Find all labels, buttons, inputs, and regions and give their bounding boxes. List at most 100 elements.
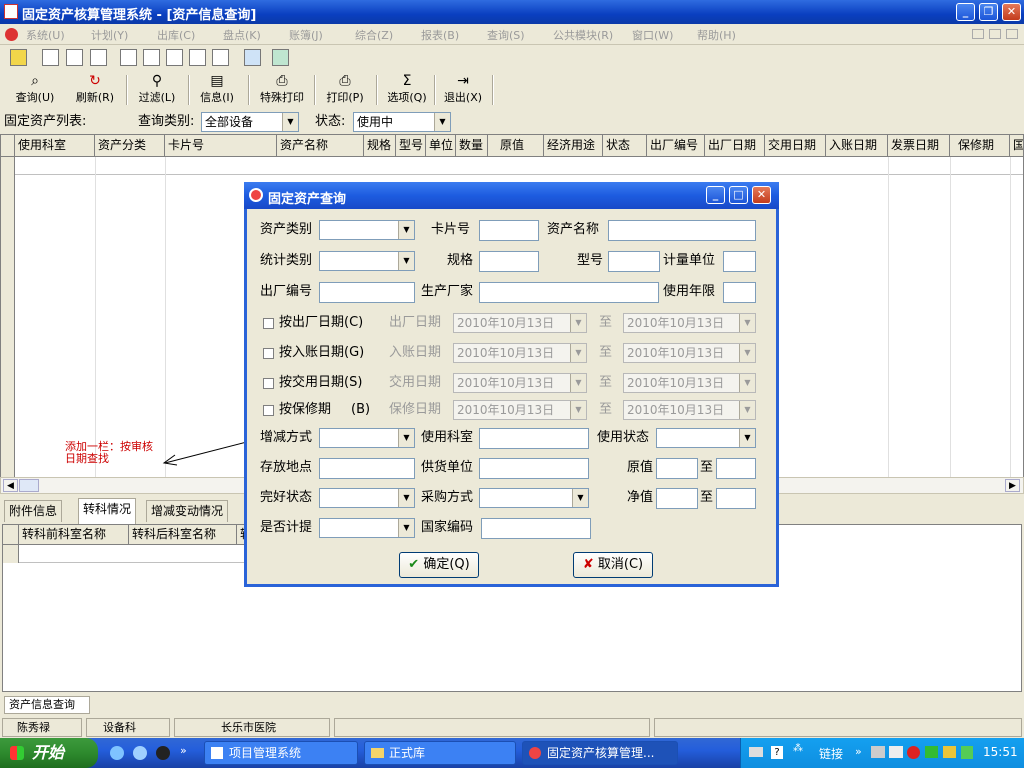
query-category-select[interactable]: 全部设备 ▼ (201, 112, 299, 132)
use-date-from-picker[interactable]: 2010年10月13日 ▼ (453, 373, 587, 393)
manufacturer-input[interactable] (479, 282, 659, 303)
warranty-date-to-picker[interactable]: 2010年10月13日 ▼ (623, 400, 756, 420)
help-icon[interactable]: ? (771, 746, 783, 759)
entry-date-checkbox[interactable] (263, 348, 274, 359)
status-tray-icon[interactable] (925, 746, 938, 758)
factory-date-checkbox[interactable] (263, 318, 274, 329)
menu-inventory[interactable]: 盘点(K) (223, 27, 261, 43)
use-status-select[interactable]: ▼ (656, 428, 756, 448)
excel-icon[interactable] (272, 49, 289, 66)
menu-window[interactable]: 窗口(W) (632, 27, 673, 43)
depreciation-select[interactable]: ▼ (319, 518, 415, 538)
dialog-maximize-button[interactable]: □ (729, 186, 748, 204)
ime-icon[interactable]: ⁂ (793, 743, 803, 754)
column-header[interactable]: 交用日期 (765, 135, 826, 157)
taskbar-item-project[interactable]: 项目管理系统 (204, 741, 358, 765)
tab-changes[interactable]: 增减变动情况 (146, 500, 229, 522)
column-header[interactable]: 出厂编号 (647, 135, 705, 157)
document-export-icon[interactable] (66, 49, 83, 66)
quicklaunch-qq-icon[interactable] (156, 746, 170, 760)
factory-no-input[interactable] (319, 282, 415, 303)
column-header[interactable]: 发票日期 (888, 135, 950, 157)
column-header[interactable]: 国 (1010, 135, 1024, 157)
menu-plan[interactable]: 计划(Y) (91, 27, 128, 43)
column-header[interactable]: 经济用途 (544, 135, 603, 157)
scroll-thumb[interactable] (19, 479, 39, 492)
table-icon[interactable] (244, 49, 261, 66)
column-header[interactable]: 转科前科室名称 (19, 525, 129, 545)
condition-select[interactable]: ▼ (319, 488, 415, 508)
column-header[interactable]: 原值 (488, 135, 544, 157)
spec-input[interactable] (479, 251, 539, 272)
column-header[interactable]: 资产名称 (277, 135, 364, 157)
pencil-tray-icon[interactable] (943, 746, 956, 758)
factory-date-checkbox-label[interactable]: 按出厂日期(C) (279, 313, 363, 333)
special-print-button[interactable]: ⎙ 特殊打印 (254, 73, 310, 107)
scroll-left-icon[interactable]: ◀ (3, 479, 18, 492)
column-header[interactable]: 使用科室 (15, 135, 95, 157)
app-menu-icon[interactable] (5, 28, 18, 41)
net-value-to-input[interactable] (716, 488, 756, 509)
model-input[interactable] (608, 251, 660, 272)
scroll-right-icon[interactable]: ▶ (1005, 479, 1020, 492)
print-button[interactable]: ⎙ 打印(P) (322, 73, 368, 107)
stat-category-select[interactable]: ▼ (319, 251, 415, 271)
column-header[interactable]: 资产分类 (95, 135, 165, 157)
entry-date-from-picker[interactable]: 2010年10月13日 ▼ (453, 343, 587, 363)
filter-button[interactable]: ⚲ 过滤(L) (134, 73, 180, 107)
document-import-icon[interactable] (42, 49, 59, 66)
menu-system[interactable]: 系统(U) (26, 27, 65, 43)
column-header[interactable]: 数量 (456, 135, 488, 157)
thermometer-icon[interactable] (10, 49, 27, 66)
life-input[interactable] (723, 282, 756, 303)
quicklaunch-ie-icon[interactable] (110, 746, 124, 760)
minimize-button[interactable]: _ (956, 3, 975, 21)
column-header[interactable]: 单位 (426, 135, 456, 157)
mdi-restore-icon[interactable] (989, 29, 1001, 39)
refresh-button[interactable]: ↻ 刷新(R) (72, 73, 118, 107)
copy-document-icon[interactable] (143, 49, 160, 66)
stop-tray-icon[interactable] (907, 746, 920, 759)
menu-general[interactable]: 综合(Z) (355, 27, 393, 43)
mdi-minimize-icon[interactable] (972, 29, 984, 39)
original-value-to-input[interactable] (716, 458, 756, 479)
location-input[interactable] (319, 458, 415, 479)
links-label[interactable]: 链接 (819, 745, 843, 762)
use-date-checkbox[interactable] (263, 378, 274, 389)
asset-category-select[interactable]: ▼ (319, 220, 415, 240)
panel-tab-asset-query[interactable]: 资产信息查询 (4, 696, 90, 714)
dialog-minimize-button[interactable]: _ (706, 186, 725, 204)
column-header[interactable]: 规格 (364, 135, 396, 157)
query-button[interactable]: ⌕ 查询(U) (12, 73, 58, 107)
warranty-checkbox-label[interactable]: 按保修期 (279, 400, 331, 420)
exit-button[interactable]: ⇥ 退出(X) (440, 73, 486, 107)
column-header[interactable]: 出厂日期 (705, 135, 765, 157)
use-dept-input[interactable] (479, 428, 589, 449)
close-button[interactable]: ✕ (1002, 3, 1021, 21)
purchase-method-select[interactable]: ▼ (479, 488, 589, 508)
dialog-close-button[interactable]: ✕ (752, 186, 771, 204)
edit-document-icon[interactable] (189, 49, 206, 66)
network-tray-icon[interactable] (889, 746, 903, 758)
taskbar-item-asset-system[interactable]: 固定资产核算管理... (522, 741, 678, 765)
taskbar-item-folder[interactable]: 正式库 (364, 741, 516, 765)
original-value-from-input[interactable] (656, 458, 698, 479)
asset-name-input[interactable] (608, 220, 756, 241)
options-button[interactable]: Σ 选项(Q) (384, 73, 430, 107)
mdi-close-icon[interactable] (1006, 29, 1018, 39)
info-button[interactable]: ▤ 信息(I) (194, 73, 240, 107)
entry-date-to-picker[interactable]: 2010年10月13日 ▼ (623, 343, 756, 363)
restore-button[interactable]: ❐ (979, 3, 998, 21)
menu-outbound[interactable]: 出库(C) (157, 27, 195, 43)
supplier-input[interactable] (479, 458, 589, 479)
use-date-checkbox-label[interactable]: 按交用日期(S) (279, 373, 362, 393)
tray-more-icon[interactable]: » (855, 745, 862, 758)
menu-ledger[interactable]: 账簿(J) (289, 27, 323, 43)
menu-reports[interactable]: 报表(B) (421, 27, 459, 43)
warranty-checkbox[interactable] (263, 405, 274, 416)
new-document-icon[interactable] (120, 49, 137, 66)
grid-first-row[interactable] (1, 157, 1023, 175)
grid-first-row[interactable] (3, 545, 259, 563)
tab-attachments[interactable]: 附件信息 (4, 500, 63, 522)
quicklaunch-browser-icon[interactable] (133, 746, 147, 760)
